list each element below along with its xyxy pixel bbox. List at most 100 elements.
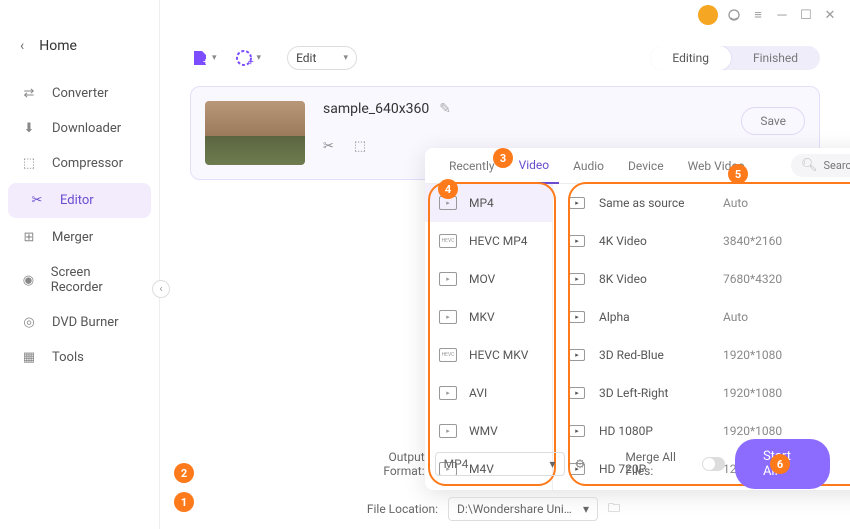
compress-icon: ⬚ [20, 156, 38, 171]
preset-name: 3D Left-Right [599, 386, 709, 400]
menu-icon[interactable]: ≡ [750, 7, 766, 23]
disc-icon: ◎ [20, 315, 38, 330]
avatar[interactable] [698, 5, 718, 25]
output-format-value: MP4 [444, 457, 469, 471]
format-label: AVI [469, 386, 487, 400]
output-format-label: Output Format: [350, 450, 425, 478]
preset-icon: ▸ [569, 235, 585, 247]
video-thumbnail[interactable] [205, 101, 305, 165]
preset-res: 3840*2160 [723, 234, 850, 248]
sidebar-item-label: Converter [52, 86, 108, 101]
format-mkv[interactable]: ▸MKV [425, 298, 552, 336]
preset-icon: ▸ [569, 311, 585, 323]
format-hevc-mp4[interactable]: HEVCHEVC MP4 [425, 222, 552, 260]
format-icon: ▸ [439, 386, 457, 400]
preset-8k[interactable]: ▸8K Video7680*4320✎ [553, 260, 850, 298]
sidebar-item-downloader[interactable]: ⬇ Downloader [0, 111, 159, 146]
caret-icon: ▾ [257, 53, 262, 63]
tab-audio[interactable]: Audio [563, 148, 614, 184]
download-icon: ⬇ [20, 121, 38, 136]
file-location-value: D:\Wondershare UniConverter 1 [457, 502, 577, 516]
svg-text:+: + [203, 57, 209, 68]
search-input[interactable] [824, 159, 850, 172]
preset-alpha[interactable]: ▸AlphaAuto✎ [553, 298, 850, 336]
file-name: sample_640x360 [323, 101, 429, 117]
add-url-button[interactable]: +▾ [235, 48, 262, 68]
format-label: WMV [469, 424, 498, 438]
merge-label: Merge All Files: [625, 450, 693, 478]
preset-res: 1920*1080 [723, 386, 850, 400]
search-icon: 🔍︎ [801, 158, 818, 173]
preset-name: 8K Video [599, 272, 709, 286]
preset-name: 4K Video [599, 234, 709, 248]
sidebar-item-converter[interactable]: ⇄Converter [0, 76, 159, 111]
preset-icon: ▸ [569, 349, 585, 361]
sidebar-item-tools[interactable]: ▦Tools [0, 340, 159, 375]
callout-badge-1: 1 [174, 492, 194, 512]
preset-name: 3D Red-Blue [599, 348, 709, 362]
preset-3d-red-blue[interactable]: ▸3D Red-Blue1920*1080✎ [553, 336, 850, 374]
format-icon: HEVC [439, 348, 457, 362]
caret-icon: ▾ [212, 53, 217, 63]
format-hevc-mkv[interactable]: HEVC HEVC MKV [425, 336, 552, 374]
preset-icon: ▸ [569, 387, 585, 399]
trim-icon[interactable]: ✂ [323, 139, 334, 154]
preset-3d-left-right[interactable]: ▸3D Left-Right1920*1080✎ [553, 374, 850, 412]
preset-res: Auto [723, 196, 850, 210]
merge-toggle[interactable] [702, 457, 725, 471]
format-avi[interactable]: ▸ AVI [425, 374, 552, 412]
preset-res: 1920*1080 [723, 348, 850, 362]
sidebar-item-editor[interactable]: ✂ Editor [8, 183, 151, 218]
preset-icon: ▸ [569, 197, 585, 209]
open-folder-icon[interactable]: 🗀 [608, 499, 620, 520]
add-file-button[interactable]: +▾ [190, 48, 217, 68]
format-label: MP4 [469, 196, 494, 210]
save-button[interactable]: Save [741, 107, 805, 135]
grid-icon: ▦ [20, 350, 38, 365]
format-search[interactable]: 🔍︎ [791, 154, 850, 177]
sidebar-item-screen-recorder[interactable]: ◉Screen Recorder [0, 255, 159, 305]
sidebar-item-label: Compressor [52, 156, 123, 171]
sidebar: ‹ Home ⇄Converter ⬇ Downloader ⬚ Compresso… [0, 0, 160, 529]
home-label: Home [39, 38, 77, 54]
file-location-dropdown[interactable]: D:\Wondershare UniConverter 1▾ [448, 497, 598, 521]
preset-same-as-source[interactable]: ▸Same as sourceAuto✎ [553, 184, 850, 222]
callout-badge-6: 6 [770, 454, 790, 474]
scissors-icon: ✂ [28, 193, 46, 208]
callout-badge-4: 4 [438, 179, 458, 199]
output-format-dropdown[interactable]: MP4▾ [435, 452, 565, 476]
sidebar-item-merger[interactable]: ⊞Merger [0, 220, 159, 255]
home-link[interactable]: ‹ Home [0, 30, 159, 62]
minimize-icon[interactable]: ─ [774, 7, 790, 23]
edit-dropdown[interactable]: Edit▾ [287, 46, 357, 70]
format-icon: HEVC [439, 234, 457, 248]
crop-icon[interactable]: ⬚ [354, 139, 366, 154]
sidebar-item-label: Downloader [52, 121, 121, 136]
sidebar-item-label: Screen Recorder [51, 265, 139, 295]
format-label: MOV [469, 272, 495, 286]
tab-editing[interactable]: Editing [650, 46, 731, 70]
format-label: HEVC MKV [469, 348, 528, 362]
sidebar-item-compressor[interactable]: ⬚ Compressor [0, 146, 159, 181]
edit-dropdown-label: Edit [296, 51, 316, 65]
preset-name: Alpha [599, 310, 709, 324]
callout-badge-5: 5 [728, 164, 748, 184]
tab-device[interactable]: Device [618, 148, 674, 184]
sidebar-item-label: Editor [60, 193, 94, 208]
tab-finished[interactable]: Finished [731, 46, 820, 70]
output-settings-icon[interactable]: ⚙ [575, 457, 586, 471]
tab-video[interactable]: Video [509, 148, 560, 184]
preset-res: Auto [723, 310, 850, 324]
preset-name: HD 1080P [599, 424, 709, 438]
rename-icon[interactable]: ✎ [439, 101, 451, 117]
format-icon: ▸ [439, 424, 457, 438]
preset-4k[interactable]: ▸4K Video3840*2160✎ [553, 222, 850, 260]
sidebar-item-label: Merger [52, 230, 93, 245]
support-icon[interactable] [726, 7, 742, 23]
maximize-icon[interactable]: ☐ [798, 7, 814, 23]
format-mov[interactable]: ▸MOV [425, 260, 552, 298]
close-icon[interactable]: ✕ [822, 7, 838, 23]
sidebar-item-dvd-burner[interactable]: ◎DVD Burner [0, 305, 159, 340]
format-label: MKV [469, 310, 495, 324]
preset-icon: ▸ [569, 425, 585, 437]
